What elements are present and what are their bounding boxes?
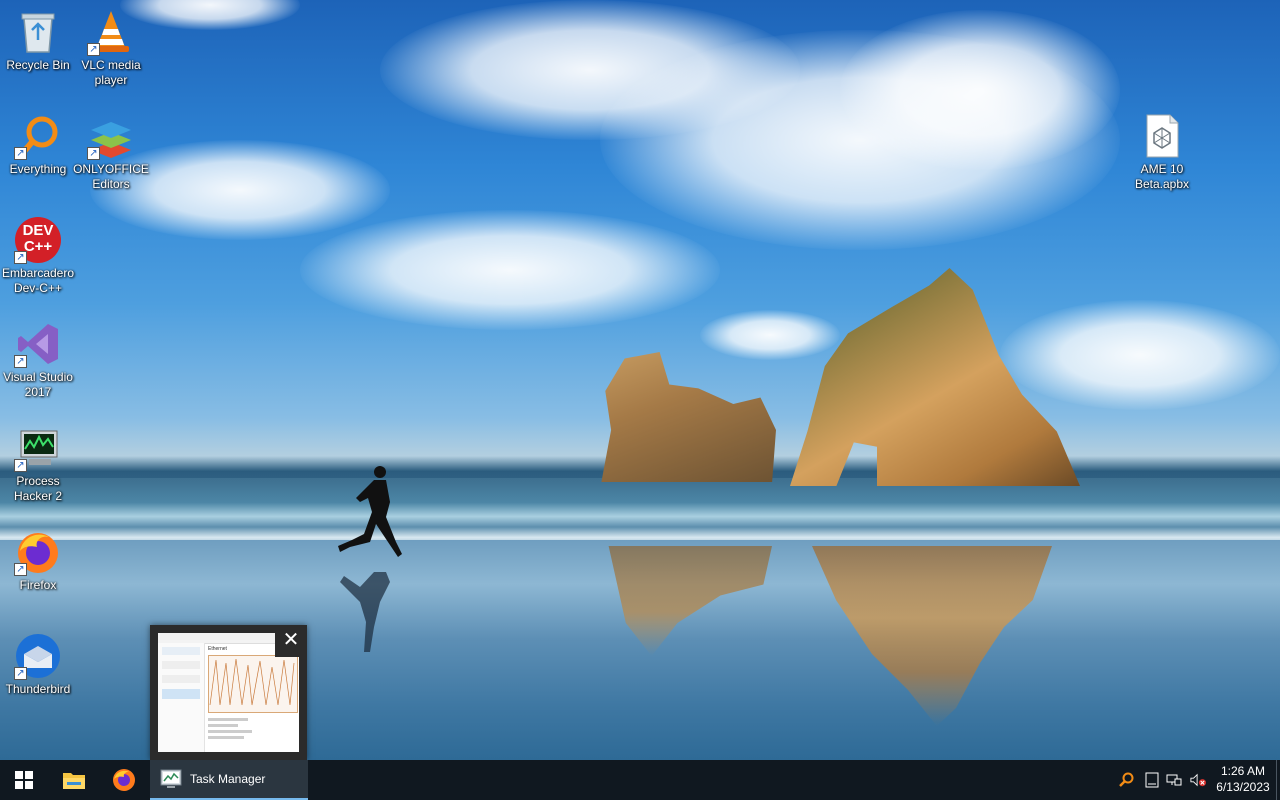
- desktop-icon-firefox[interactable]: ↗ Firefox: [0, 528, 76, 593]
- show-desktop-button[interactable]: [1276, 760, 1280, 800]
- desktop-icon-label: Visual Studio 2017: [3, 370, 73, 399]
- desktop-icon-label: AME 10 Beta.apbx: [1134, 162, 1190, 191]
- taskbar: Task Manager 1:26 AM 6/13/2023: [0, 760, 1280, 800]
- desktop-wallpaper: Recycle Bin ↗ VLC media player ↗ Everyth…: [0, 0, 1280, 760]
- shortcut-arrow-icon: ↗: [14, 355, 27, 368]
- cloud: [300, 210, 720, 330]
- desktop-icon-label: ONLYOFFICE Editors: [73, 162, 149, 191]
- volume-muted-icon: [1190, 773, 1206, 787]
- clock-date: 6/13/2023: [1216, 780, 1270, 794]
- cloud: [1000, 300, 1280, 410]
- windows-start-icon: [15, 771, 33, 789]
- tray-keyboard-button[interactable]: [1144, 772, 1160, 788]
- devcpp-icon: DEV C++ ↗: [14, 216, 62, 264]
- thumbnail-panel-title: Ethernet: [208, 646, 227, 652]
- taskbar-task-manager-button[interactable]: Task Manager: [150, 760, 308, 800]
- tray-network-button[interactable]: [1166, 772, 1182, 788]
- shortcut-arrow-icon: ↗: [14, 459, 27, 472]
- task-manager-label: Task Manager: [190, 772, 266, 786]
- shortcut-arrow-icon: ↗: [14, 251, 27, 264]
- shortcut-arrow-icon: ↗: [14, 667, 27, 680]
- desktop-icon-everything[interactable]: ↗ Everything: [0, 112, 76, 177]
- file-explorer-icon: [63, 773, 85, 789]
- desktop-icon-visual-studio[interactable]: ↗ Visual Studio 2017: [0, 320, 76, 400]
- task-manager-icon: [160, 769, 182, 788]
- firefox-icon: [113, 769, 135, 791]
- tray-everything-button[interactable]: [1118, 772, 1134, 788]
- desktop-icon-label: VLC media player: [81, 58, 141, 87]
- visual-studio-icon: ↗: [14, 320, 62, 368]
- keyboard-icon: [1145, 772, 1159, 788]
- shortcut-arrow-icon: ↗: [87, 147, 100, 160]
- thunderbird-icon: ↗: [14, 632, 62, 680]
- desktop-icon-devcpp[interactable]: DEV C++ ↗ Embarcadero Dev-C++: [0, 216, 76, 296]
- desktop-icon-label: Recycle Bin: [6, 58, 70, 72]
- desktop-icon-label: Firefox: [19, 578, 57, 592]
- rock-left: [601, 352, 776, 482]
- runner-silhouette: [338, 466, 402, 652]
- tray-volume-button[interactable]: [1190, 772, 1206, 788]
- taskbar-file-explorer-button[interactable]: [50, 760, 98, 800]
- recycle-bin-icon: [14, 8, 62, 56]
- desktop-icon-ame-apbx[interactable]: AME 10 Beta.apbx: [1124, 112, 1200, 192]
- desktop-icon-process-hacker[interactable]: ↗ Process Hacker 2: [0, 424, 76, 504]
- desktop-icon-label: Thunderbird: [5, 682, 71, 696]
- desktop-icon-vlc[interactable]: ↗ VLC media player: [73, 8, 149, 88]
- taskbar-clock[interactable]: 1:26 AM 6/13/2023: [1210, 763, 1276, 795]
- desktop-icon-recycle-bin[interactable]: Recycle Bin: [0, 8, 76, 73]
- apbx-file-icon: [1138, 112, 1186, 160]
- desktop-icon-label: Process Hacker 2: [13, 474, 63, 503]
- everything-search-icon: [1119, 772, 1134, 787]
- thumbnail-close-button[interactable]: ✕: [275, 625, 307, 657]
- start-button[interactable]: [0, 760, 48, 800]
- cloud: [700, 310, 840, 360]
- process-hacker-icon: ↗: [14, 424, 62, 472]
- task-manager-thumbnail-preview[interactable]: Ethernet ✕: [150, 625, 307, 760]
- desktop-icon-label: Embarcadero Dev-C++: [1, 266, 75, 295]
- vlc-icon: ↗: [87, 8, 135, 56]
- desktop-icon-onlyoffice[interactable]: ↗ ONLYOFFICE Editors: [73, 112, 149, 192]
- thumbnail-network-graph: [209, 658, 295, 706]
- taskbar-firefox-button[interactable]: [100, 760, 148, 800]
- shortcut-arrow-icon: ↗: [87, 43, 100, 56]
- desktop-icon-label: Everything: [9, 162, 67, 176]
- cloud: [840, 10, 1120, 170]
- onlyoffice-icon: ↗: [87, 112, 135, 160]
- clock-time: 1:26 AM: [1220, 764, 1266, 778]
- firefox-icon: ↗: [14, 528, 62, 576]
- shortcut-arrow-icon: ↗: [14, 147, 27, 160]
- desktop-icon-thunderbird[interactable]: ↗ Thunderbird: [0, 632, 76, 697]
- network-icon: [1166, 774, 1182, 786]
- shortcut-arrow-icon: ↗: [14, 563, 27, 576]
- everything-search-icon: ↗: [14, 112, 62, 160]
- sea: [0, 478, 1280, 548]
